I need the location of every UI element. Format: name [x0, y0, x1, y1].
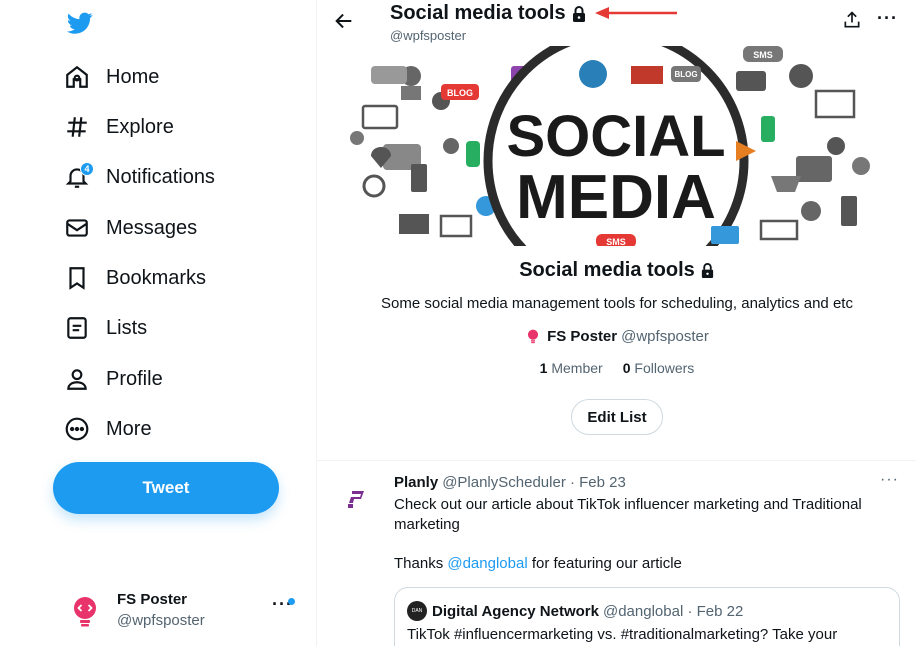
- nav-bookmarks[interactable]: Bookmarks: [58, 255, 206, 301]
- lock-icon: [572, 5, 585, 22]
- edit-list-button[interactable]: Edit List: [571, 399, 663, 435]
- members-count: 1: [539, 360, 548, 376]
- avatar: [74, 597, 96, 627]
- lock-icon: [701, 263, 713, 278]
- nav-profile-label: Profile: [106, 367, 163, 390]
- tweet-author-name[interactable]: Planly: [394, 474, 438, 491]
- nav-explore-label: Explore: [106, 115, 174, 138]
- hashtag-icon: [58, 112, 98, 142]
- members-link[interactable]: 1 Member: [540, 360, 603, 376]
- account-switcher[interactable]: FS Poster @wpfsposter ···: [66, 586, 302, 636]
- owner-name: FS Poster: [547, 327, 618, 345]
- page-title-text: Social media tools: [390, 2, 566, 24]
- nav-more[interactable]: More: [58, 406, 152, 452]
- nav-explore[interactable]: Explore: [58, 104, 174, 150]
- nav-messages-label: Messages: [106, 216, 198, 239]
- list-stats: 1 Member 0 Followers: [317, 360, 916, 376]
- nav-more-label: More: [106, 417, 152, 440]
- nav-home[interactable]: Home: [58, 54, 159, 100]
- tweet-thanks: Thanks @danglobal for featuring our arti…: [394, 555, 682, 572]
- banner-blog-tag-right: BLOG: [674, 70, 697, 79]
- list-description: Some social media management tools for s…: [381, 295, 853, 312]
- header-more-icon[interactable]: ···: [877, 8, 898, 29]
- quoted-author-handle: @danglobal · Feb 22: [602, 602, 744, 620]
- envelope-icon: [58, 213, 98, 243]
- tweet-header: Planly @PlanlyScheduler · Feb 23: [394, 474, 626, 491]
- quoted-tweet-text: TikTok #influencermarketing vs. #traditi…: [407, 626, 838, 643]
- page-title: Social media tools: [390, 2, 587, 25]
- tweet-button[interactable]: Tweet: [53, 462, 279, 514]
- nav-lists[interactable]: Lists: [58, 305, 147, 351]
- header-handle: @wpfsposter: [390, 28, 467, 43]
- list-title-text: Social media tools: [519, 259, 695, 281]
- nav-lists-label: Lists: [106, 316, 148, 339]
- list-banner-image: BLOG SOCIAL MEDIA SMS SMS BLOG: [341, 46, 891, 246]
- nav-home-label: Home: [106, 65, 160, 88]
- sidebar: Home Explore 4 Notifications Messages Bo…: [0, 0, 316, 646]
- members-label: Member: [551, 360, 603, 376]
- list-icon: [58, 313, 98, 343]
- banner-media-word: MEDIA: [516, 163, 716, 232]
- annotation-arrow-icon: [595, 7, 677, 19]
- unread-dot: [288, 598, 295, 605]
- banner-sms-tag-bottom: SMS: [606, 237, 626, 246]
- owner-avatar: [528, 329, 539, 344]
- banner-sms-tag-top: SMS: [753, 50, 773, 60]
- list-owner[interactable]: FS Poster @wpfsposter: [317, 327, 916, 345]
- list-title: Social media tools: [317, 259, 916, 282]
- banner-blog-tag-left: BLOG: [447, 88, 473, 98]
- owner-handle: @wpfsposter: [621, 327, 709, 345]
- banner-social-word: SOCIAL: [506, 104, 725, 169]
- nav-profile[interactable]: Profile: [58, 356, 163, 402]
- bookmark-icon: [58, 263, 98, 293]
- followers-count: 0: [622, 360, 631, 376]
- more-circle-icon: [58, 414, 98, 444]
- thanks-suffix: for featuring our article: [527, 555, 682, 572]
- mention-link[interactable]: @danglobal: [447, 555, 527, 572]
- followers-link[interactable]: 0 Followers: [623, 360, 695, 376]
- back-arrow-icon[interactable]: [333, 10, 355, 32]
- main-column: Social media tools @wpfsposter ··· BLOG: [316, 0, 916, 646]
- tweet-more-icon[interactable]: ···: [880, 471, 899, 489]
- followers-label: Followers: [634, 360, 695, 376]
- person-icon: [58, 364, 98, 394]
- bell-icon: 4: [58, 162, 98, 192]
- quoted-avatar: DAN: [407, 601, 427, 621]
- nav-notifications[interactable]: 4 Notifications: [58, 154, 215, 200]
- thanks-prefix: Thanks: [394, 555, 448, 572]
- nav-bookmarks-label: Bookmarks: [106, 266, 207, 289]
- tweet-text: Check out our article about TikTok influ…: [394, 496, 862, 533]
- quoted-tweet-header: DAN Digital Agency Network @danglobal · …: [407, 601, 743, 621]
- quoted-author-name: Digital Agency Network: [432, 602, 599, 620]
- share-icon[interactable]: [842, 10, 862, 30]
- tweet-item[interactable]: Planly @PlanlyScheduler · Feb 23 ··· Che…: [317, 461, 916, 646]
- quoted-tweet[interactable]: DAN Digital Agency Network @danglobal · …: [394, 587, 900, 646]
- nav-messages[interactable]: Messages: [58, 205, 197, 251]
- home-icon: [58, 62, 98, 92]
- account-name: FS Poster: [117, 591, 188, 608]
- notification-badge: 4: [80, 162, 94, 176]
- planly-avatar[interactable]: [343, 483, 371, 511]
- twitter-logo-icon[interactable]: [66, 10, 94, 36]
- account-handle: @wpfsposter: [117, 612, 205, 629]
- nav-notifications-label: Notifications: [106, 165, 215, 188]
- tweet-author-handle: @PlanlyScheduler · Feb 23: [442, 474, 626, 491]
- list-header: Social media tools @wpfsposter ···: [317, 0, 916, 46]
